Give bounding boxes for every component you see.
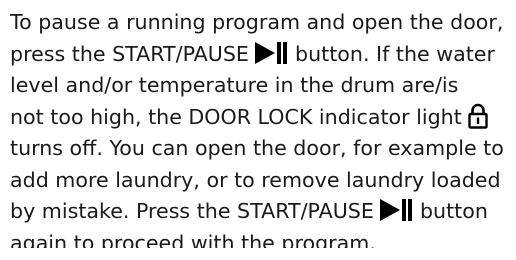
text-segment: again to proceed with the program. — [10, 230, 376, 248]
instruction-paragraph: To pause a running program and open the … — [10, 7, 514, 248]
text-line-2: press the START/PAUSE button. If the wat… — [10, 39, 514, 71]
text-line-7: by mistake. Press the START/PAUSE button — [10, 196, 514, 228]
text-segment: level and/or temperature in the drum are… — [10, 73, 459, 97]
text-line-8: again to proceed with the program. — [10, 228, 514, 248]
text-line-5: turns off. You can open the door, for ex… — [10, 133, 514, 165]
padlock-icon — [468, 103, 489, 129]
text-segment: turns off. You can open the door, for ex… — [10, 136, 504, 160]
text-line-4: not too high, the DOOR LOCK indicator li… — [10, 102, 514, 134]
text-line-3: level and/or temperature in the drum are… — [10, 70, 514, 102]
text-line-6: add more laundry, or to remove laundry l… — [10, 165, 514, 197]
play-pause-icon — [255, 41, 288, 65]
text-segment: by mistake. Press the START/PAUSE — [10, 199, 374, 223]
text-segment: button. If the water — [295, 41, 495, 66]
text-line-1: To pause a running program and open the … — [10, 7, 514, 39]
text-segment: press the START/PAUSE — [10, 41, 249, 66]
play-pause-icon — [380, 198, 413, 222]
text-segment: add more laundry, or to remove laundry l… — [10, 167, 501, 192]
text-segment: button — [419, 199, 488, 223]
text-segment: To pause a running program and open the … — [10, 10, 504, 34]
text-segment: not too high, the DOOR LOCK indicator li… — [10, 104, 462, 129]
